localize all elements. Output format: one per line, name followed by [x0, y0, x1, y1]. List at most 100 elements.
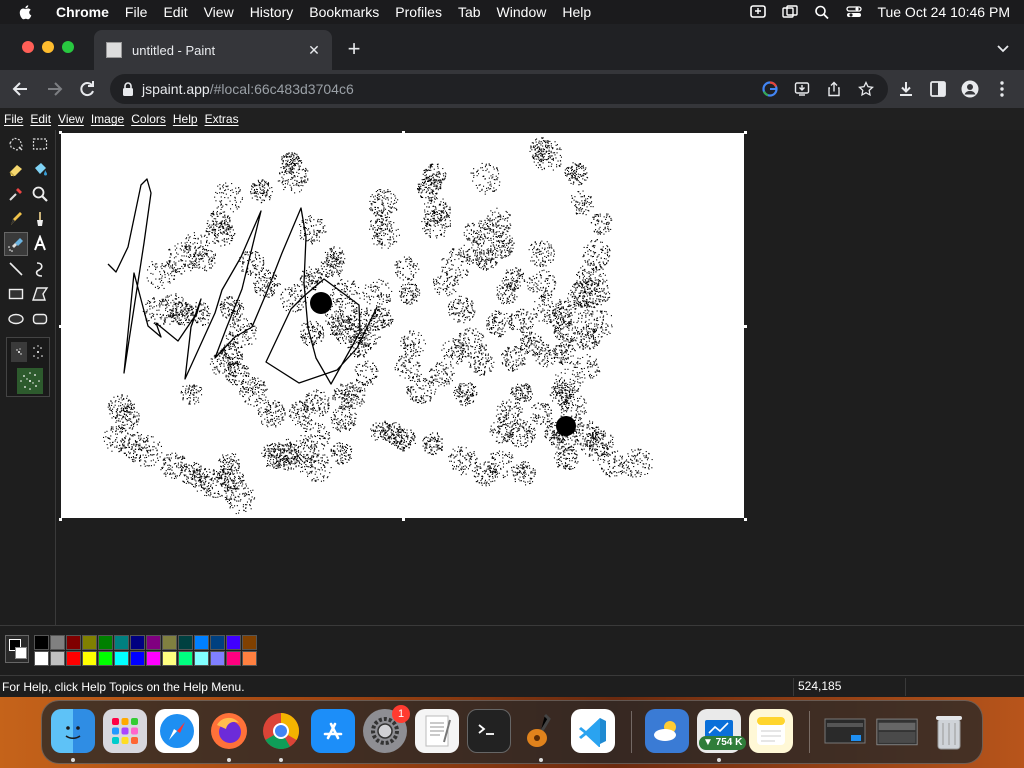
- tool-ellipse[interactable]: [4, 307, 28, 331]
- spray-dot: [271, 456, 273, 458]
- menubar-file[interactable]: File: [117, 0, 156, 24]
- spray-dot: [230, 456, 232, 458]
- screen-mirroring-icon[interactable]: [749, 4, 767, 20]
- tool-brush[interactable]: [28, 207, 52, 231]
- spray-dot: [240, 355, 242, 357]
- spray-dot: [206, 311, 208, 313]
- tool-line[interactable]: [4, 257, 28, 281]
- tool-pencil[interactable]: [4, 207, 28, 231]
- airbrush-size-large-icon[interactable]: [17, 368, 43, 394]
- paint-menu-image[interactable]: Image: [87, 112, 127, 126]
- drawing-canvas[interactable]: [61, 133, 744, 518]
- spray-dot: [355, 399, 357, 401]
- tab-search-chevron-icon[interactable]: [996, 42, 1010, 56]
- paint-menu-help[interactable]: Help: [169, 112, 201, 126]
- menubar-clock[interactable]: Tue Oct 24 10:46 PM: [877, 4, 1010, 20]
- downloads-icon[interactable]: [896, 79, 916, 99]
- tool-rectangle[interactable]: [4, 282, 28, 306]
- tool-pick-color[interactable]: [4, 182, 28, 206]
- spray-dot: [188, 403, 190, 405]
- spray-dot: [253, 192, 255, 194]
- spray-dot: [139, 445, 141, 447]
- profile-avatar-icon[interactable]: [960, 79, 980, 99]
- spray-dot: [483, 240, 485, 242]
- tool-eraser[interactable]: [4, 157, 28, 181]
- spray-dot: [352, 390, 354, 392]
- paint-menu-colors[interactable]: Colors: [127, 112, 169, 126]
- airbrush-size-small-icon[interactable]: [11, 342, 27, 362]
- window-minimize-button[interactable]: [42, 41, 54, 53]
- bookmark-star-icon[interactable]: [858, 81, 874, 97]
- spotlight-search-icon[interactable]: [813, 4, 831, 20]
- address-bar[interactable]: jspaint.app/#local:66c483d3704c6: [110, 74, 888, 104]
- url-host: jspaint.app: [142, 81, 210, 97]
- install-app-icon[interactable]: [794, 81, 810, 97]
- spray-dot: [487, 268, 489, 270]
- spray-dot: [279, 180, 281, 182]
- window-switcher-icon[interactable]: [781, 4, 799, 20]
- menubar-history[interactable]: History: [242, 0, 302, 24]
- spray-dot: [606, 222, 608, 224]
- forward-arrow-icon[interactable]: [44, 79, 64, 99]
- tab-untitled-paint[interactable]: untitled - Paint ✕: [94, 30, 332, 70]
- spray-dot: [374, 237, 376, 239]
- spray-dot: [139, 439, 141, 441]
- window-zoom-button[interactable]: [62, 41, 74, 53]
- menubar-bookmarks[interactable]: Bookmarks: [301, 0, 387, 24]
- spray-dot: [150, 317, 152, 319]
- lock-icon[interactable]: [122, 81, 134, 97]
- tool-curve[interactable]: [28, 257, 52, 281]
- control-center-icon[interactable]: [845, 4, 863, 20]
- menubar-app-name[interactable]: Chrome: [48, 0, 117, 24]
- spray-dot: [552, 275, 554, 277]
- tool-select[interactable]: [28, 132, 52, 156]
- tool-text[interactable]: [28, 232, 52, 256]
- url-text[interactable]: jspaint.app/#local:66c483d3704c6: [142, 74, 354, 104]
- spray-dot: [227, 367, 229, 369]
- spray-dot: [159, 302, 161, 304]
- spray-dot: [238, 463, 240, 465]
- spray-dot: [424, 211, 426, 213]
- google-lens-icon[interactable]: [762, 81, 778, 97]
- menubar-help[interactable]: Help: [554, 0, 599, 24]
- spray-dot: [131, 435, 133, 437]
- paint-menu-file[interactable]: File: [0, 112, 26, 126]
- spray-dot: [468, 232, 470, 234]
- back-arrow-icon[interactable]: [11, 79, 31, 99]
- tool-rounded-rectangle[interactable]: [28, 307, 52, 331]
- chrome-menu-icon[interactable]: [992, 79, 1012, 99]
- apple-menu-icon[interactable]: [18, 4, 34, 20]
- paint-menu-view[interactable]: View: [54, 112, 87, 126]
- tool-airbrush[interactable]: [4, 232, 28, 256]
- spray-dot: [377, 225, 379, 227]
- spray-dot: [355, 319, 357, 321]
- new-tab-button[interactable]: +: [344, 38, 364, 60]
- menubar-profiles[interactable]: Profiles: [387, 0, 450, 24]
- menubar-window[interactable]: Window: [489, 0, 555, 24]
- spray-dot: [345, 342, 347, 344]
- spray-dot: [469, 239, 471, 241]
- spray-dot: [210, 263, 212, 265]
- tool-free-form-select[interactable]: [4, 132, 28, 156]
- menubar-view[interactable]: View: [196, 0, 242, 24]
- paint-menu-extras[interactable]: Extras: [201, 112, 242, 126]
- spray-dot: [491, 219, 493, 221]
- spray-dot: [194, 403, 196, 405]
- airbrush-size-medium-icon[interactable]: [29, 342, 47, 362]
- tool-polygon[interactable]: [28, 282, 52, 306]
- window-close-button[interactable]: [22, 41, 34, 53]
- reload-icon[interactable]: [77, 79, 97, 99]
- tab-close-icon[interactable]: ✕: [306, 42, 322, 58]
- menubar-tab[interactable]: Tab: [450, 0, 489, 24]
- menubar-edit[interactable]: Edit: [155, 0, 195, 24]
- tool-magnifier[interactable]: [28, 182, 52, 206]
- paint-menu-edit[interactable]: Edit: [26, 112, 54, 126]
- tool-fill[interactable]: [28, 157, 52, 181]
- spray-dot: [428, 179, 430, 181]
- spray-dot: [489, 165, 491, 167]
- spray-dot: [577, 327, 579, 329]
- share-icon[interactable]: [826, 81, 842, 97]
- spray-dot: [208, 482, 210, 484]
- side-panel-icon[interactable]: [928, 79, 948, 99]
- spray-dot: [340, 266, 342, 268]
